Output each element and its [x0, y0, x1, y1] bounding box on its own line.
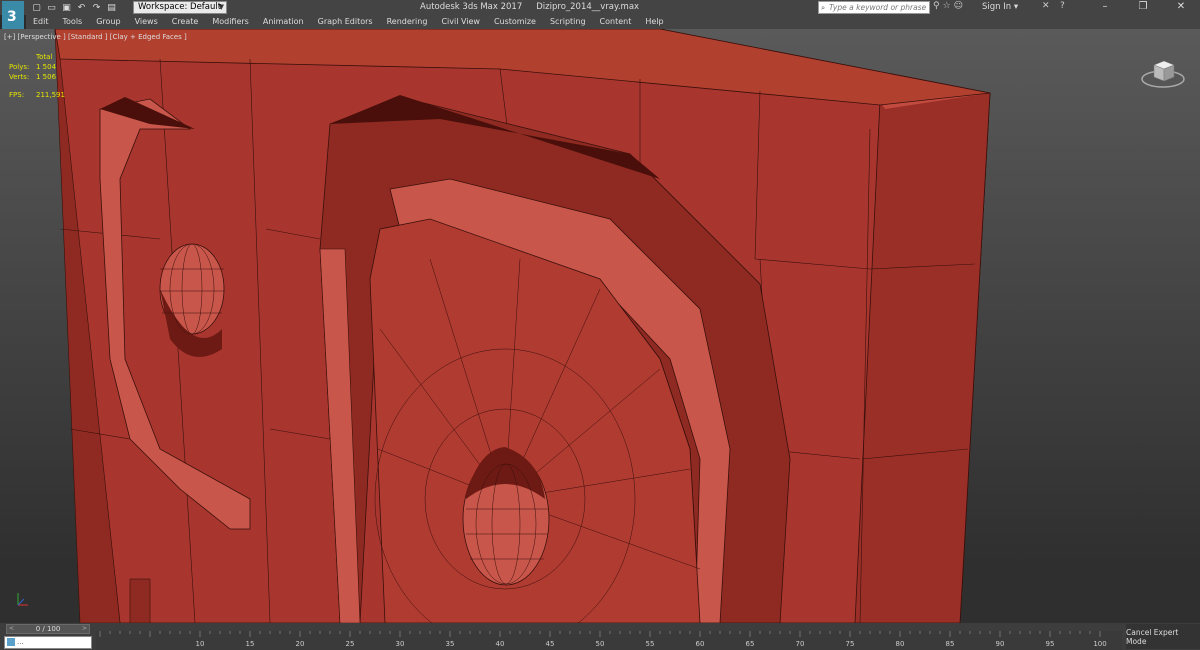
- perspective-viewport[interactable]: [+] [Perspective ] [Standard ] [Clay + E…: [0, 29, 1200, 623]
- track-tick-label: 25: [346, 640, 355, 648]
- search-placeholder: Type a keyword or phrase: [829, 3, 927, 12]
- axis-tripod-icon: [17, 593, 28, 606]
- menu-content[interactable]: Content: [593, 15, 639, 29]
- signin-button[interactable]: Sign In ▾: [982, 2, 1018, 12]
- new-icon[interactable]: ▢: [30, 2, 43, 14]
- cancel-expert-label: Cancel Expert Mode: [1126, 627, 1179, 646]
- file-name: Dizipro_2014__vray.max: [536, 2, 640, 12]
- menu-civil-view[interactable]: Civil View: [434, 15, 487, 29]
- menu-tools[interactable]: Tools: [56, 15, 90, 29]
- maxscript-text: ...: [17, 638, 24, 646]
- infocenter-icons: ⚲ ☆ ☺: [933, 1, 963, 11]
- maxscript-icon: [7, 638, 15, 646]
- star-icon[interactable]: ☆: [943, 1, 951, 11]
- next-frame-icon[interactable]: >: [82, 625, 87, 633]
- fps-label: FPS:: [9, 91, 25, 99]
- app-name: Autodesk 3ds Max 2017: [420, 2, 523, 12]
- menu-group[interactable]: Group: [89, 15, 127, 29]
- window-title: Autodesk 3ds Max 2017 Dizipro_2014__vray…: [420, 2, 639, 12]
- save-icon[interactable]: ▣: [60, 2, 73, 14]
- viewport-statistics: Total Polys: 1 504 Verts: 1 506 FPS: 211,59…: [9, 52, 66, 100]
- track-tick-label: 45: [546, 640, 555, 648]
- track-tick-label: 55: [646, 640, 655, 648]
- viewcube-icon[interactable]: [1140, 49, 1186, 91]
- track-tick-label: 60: [696, 640, 705, 648]
- binoculars-icon[interactable]: ⚲: [933, 1, 940, 11]
- menu-rendering[interactable]: Rendering: [380, 15, 435, 29]
- cancel-expert-mode-button[interactable]: Cancel Expert Mode: [1126, 624, 1200, 649]
- close-icon[interactable]: ✕: [1162, 0, 1200, 15]
- fps-value: 211,591: [36, 91, 65, 99]
- menu-views[interactable]: Views: [128, 15, 165, 29]
- redo-icon[interactable]: ↷: [90, 2, 103, 14]
- search-icon: ⌕: [821, 3, 826, 12]
- user-icon[interactable]: ☺: [954, 1, 963, 11]
- polys-value: 1 504: [36, 63, 57, 71]
- track-tick-label: 50: [596, 640, 605, 648]
- track-tick-label: 10: [196, 640, 205, 648]
- menu-edit[interactable]: Edit: [26, 15, 56, 29]
- menu-modifiers[interactable]: Modifiers: [205, 15, 256, 29]
- prev-frame-icon[interactable]: <: [9, 625, 14, 633]
- menu-bar: Edit Tools Group Views Create Modifiers …: [26, 15, 1200, 29]
- app-window: 3 ▢ ▭ ▣ ↶ ↷ ▤ Workspace: Default ▼ Autod…: [0, 0, 1200, 650]
- open-icon[interactable]: ▭: [45, 2, 58, 14]
- maxscript-listener-input[interactable]: ...: [4, 636, 92, 649]
- workspace-dropdown[interactable]: Workspace: Default ▼: [133, 1, 227, 14]
- signin-label: Sign In: [982, 2, 1012, 12]
- minimize-icon[interactable]: –: [1086, 0, 1124, 15]
- track-tick-label: 90: [996, 640, 1005, 648]
- track-tick-label: 65: [746, 640, 755, 648]
- track-tick-label: 20: [296, 640, 305, 648]
- track-tick-label: 85: [946, 640, 955, 648]
- menu-graph-editors[interactable]: Graph Editors: [311, 15, 380, 29]
- stats-header: Total: [36, 53, 53, 61]
- track-tick-label: 40: [496, 640, 505, 648]
- track-tick-label: 15: [246, 640, 255, 648]
- track-tick-label: 95: [1046, 640, 1055, 648]
- exchange-icon[interactable]: ✕: [1042, 1, 1050, 11]
- track-tick-label: 80: [896, 640, 905, 648]
- menu-animation[interactable]: Animation: [256, 15, 311, 29]
- track-tick-label: 100: [1093, 640, 1106, 648]
- menu-help[interactable]: Help: [638, 15, 670, 29]
- polys-label: Polys:: [9, 63, 30, 71]
- verts-value: 1 506: [36, 73, 57, 81]
- track-tick-label: 30: [396, 640, 405, 648]
- app-logo-icon[interactable]: 3: [2, 1, 24, 31]
- track-bar[interactable]: 10 15 20 25 30 35 40 45 50 55 60 65 70 75 80 85 90 95 100: [96, 631, 1122, 650]
- svg-text:3: 3: [7, 9, 17, 25]
- workspace-label: Workspace: Default: [138, 2, 222, 12]
- title-bar: 3 ▢ ▭ ▣ ↶ ↷ ▤ Workspace: Default ▼ Autod…: [0, 0, 1200, 31]
- project-icon[interactable]: ▤: [105, 2, 118, 14]
- timeline-bar: < 0 / 100 > ... 10 15 20 25 30 35 40 45 50 55 60 65…: [0, 623, 1200, 650]
- search-input[interactable]: ⌕ Type a keyword or phrase: [818, 1, 930, 14]
- menu-customize[interactable]: Customize: [487, 15, 543, 29]
- quick-access-toolbar: ▢ ▭ ▣ ↶ ↷ ▤: [30, 1, 118, 14]
- undo-icon[interactable]: ↶: [75, 2, 88, 14]
- menu-scripting[interactable]: Scripting: [543, 15, 593, 29]
- track-tick-label: 75: [846, 640, 855, 648]
- chevron-down-icon: ▼: [218, 3, 224, 11]
- help-icon[interactable]: ?: [1060, 1, 1065, 11]
- time-slider[interactable]: < 0 / 100 >: [6, 624, 90, 634]
- verts-label: Verts:: [9, 73, 30, 81]
- viewport-label[interactable]: [+] [Perspective ] [Standard ] [Clay + E…: [4, 33, 187, 41]
- menu-create[interactable]: Create: [165, 15, 206, 29]
- window-controls: – ❐ ✕: [1086, 0, 1200, 15]
- track-tick-label: 70: [796, 640, 805, 648]
- track-tick-label: 35: [446, 640, 455, 648]
- restore-icon[interactable]: ❐: [1124, 0, 1162, 15]
- frame-label: 0 / 100: [35, 625, 61, 633]
- clay-mesh-render: [54, 29, 991, 623]
